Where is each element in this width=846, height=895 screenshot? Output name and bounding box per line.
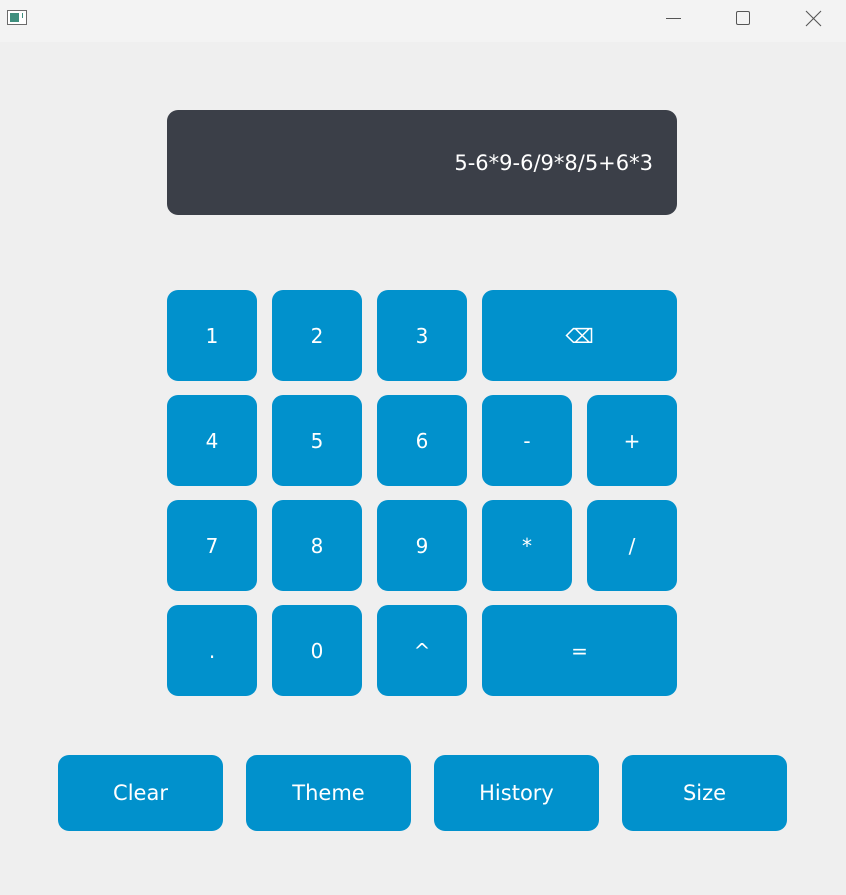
decimal-point-button[interactable]: . xyxy=(167,605,257,696)
theme-button[interactable]: Theme xyxy=(246,755,411,831)
key-0-button[interactable]: 0 xyxy=(272,605,362,696)
expression-display: 5-6*9-6/9*8/5+6*3 xyxy=(167,110,677,215)
minimize-icon xyxy=(666,18,681,19)
key-5-button[interactable]: 5 xyxy=(272,395,362,486)
minimize-button[interactable] xyxy=(638,0,708,38)
title-bar xyxy=(0,0,846,42)
key-4-button[interactable]: 4 xyxy=(167,395,257,486)
power-button[interactable]: ^ xyxy=(377,605,467,696)
expression-text: 5-6*9-6/9*8/5+6*3 xyxy=(454,150,653,175)
maximize-icon xyxy=(736,11,750,25)
key-2-button[interactable]: 2 xyxy=(272,290,362,381)
divide-button[interactable]: / xyxy=(587,500,677,591)
key-1-button[interactable]: 1 xyxy=(167,290,257,381)
multiply-button[interactable]: * xyxy=(482,500,572,591)
backspace-button[interactable]: ⌫ xyxy=(482,290,677,381)
size-button[interactable]: Size xyxy=(622,755,787,831)
key-7-button[interactable]: 7 xyxy=(167,500,257,591)
key-8-button[interactable]: 8 xyxy=(272,500,362,591)
plus-button[interactable]: + xyxy=(587,395,677,486)
key-6-button[interactable]: 6 xyxy=(377,395,467,486)
app-icon xyxy=(7,10,27,25)
history-button[interactable]: History xyxy=(434,755,599,831)
key-3-button[interactable]: 3 xyxy=(377,290,467,381)
close-icon xyxy=(805,10,822,27)
minus-button[interactable]: - xyxy=(482,395,572,486)
equals-button[interactable]: = xyxy=(482,605,677,696)
key-9-button[interactable]: 9 xyxy=(377,500,467,591)
close-button[interactable] xyxy=(778,0,846,38)
maximize-button[interactable] xyxy=(707,0,777,38)
clear-button[interactable]: Clear xyxy=(58,755,223,831)
